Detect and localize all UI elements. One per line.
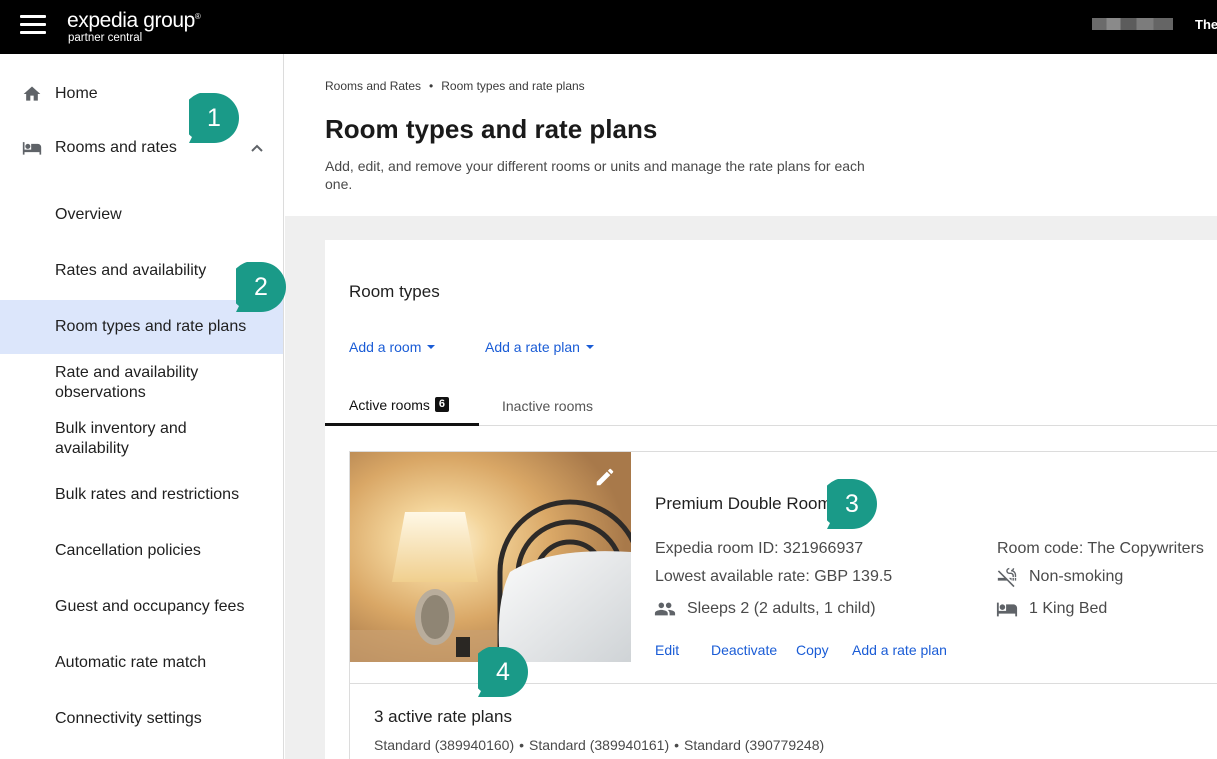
page-header: Rooms and Rates • Room types and rate plan… (285, 54, 1217, 216)
smoking-policy: Non-smoking (1029, 568, 1124, 585)
tab-inactive-rooms[interactable]: Inactive rooms (502, 386, 593, 426)
logo-wordmark: expedia group (67, 9, 195, 32)
expedia-room-id: Expedia room ID: 321966937 (655, 540, 864, 557)
rate-plan-separator: • (519, 737, 525, 753)
sidebar-item-label: Rates and availability (55, 262, 207, 279)
home-icon (23, 86, 41, 101)
sidebar-item-label: Home (55, 85, 98, 102)
callout-marker: 2 (236, 262, 286, 312)
top-bar: expedia group® partner central The (0, 0, 1217, 54)
sidebar-item-overview[interactable]: Overview (0, 195, 283, 235)
breadcrumb: Rooms and Rates • Room types and rate plan… (325, 79, 585, 93)
page-title: Room types and rate plans (325, 114, 658, 144)
active-rooms-count-badge: 6 (434, 397, 450, 412)
sidebar-item-guest-and-occupancy-fees[interactable]: Guest and occupancy fees (0, 587, 283, 627)
bed-icon (22, 142, 42, 155)
callout-number: 1 (207, 103, 221, 132)
logo-subtitle: partner central (68, 32, 143, 44)
logo-trademark: ® (194, 12, 201, 21)
room-code: Room code: The Copywriters (997, 540, 1204, 557)
breadcrumb-separator: • (429, 79, 434, 93)
people-icon (654, 602, 676, 616)
tab-label: Active rooms (349, 396, 430, 413)
sidebar-item-label: Automatic rate match (55, 654, 207, 671)
bed-type: 1 King Bed (1029, 600, 1108, 617)
sidebar-item-connectivity-settings[interactable]: Connectivity settings (0, 699, 283, 739)
room-occupancy: Sleeps 2 (2 adults, 1 child) (687, 600, 876, 617)
sidebar-item-bulk-rates-and-restrictions[interactable]: Bulk rates and restrictions (0, 475, 283, 515)
sidebar-item-label: Connectivity settings (55, 710, 202, 727)
sidebar-item-label: Bulk inventory and availability (55, 420, 187, 457)
sidebar-item-label: Guest and occupancy fees (55, 598, 245, 615)
sidebar-item-label: Room types and rate plans (55, 318, 247, 335)
menu-icon[interactable] (20, 15, 46, 35)
page-description: Add, edit, and remove your different roo… (325, 158, 865, 192)
copy-room-link[interactable]: Copy (796, 642, 829, 658)
breadcrumb-current: Room types and rate plans (441, 79, 585, 93)
sidebar-item-label: Rate and availability observations (55, 364, 199, 401)
tab-active-rooms[interactable]: Active rooms 6 (325, 386, 479, 426)
sidebar-item-label: Rooms and rates (55, 139, 177, 156)
sidebar-item-cancellation-policies[interactable]: Cancellation policies (0, 531, 283, 571)
card-title: Room types (349, 282, 440, 301)
lowest-available-rate: Lowest available rate: GBP 139.5 (655, 568, 893, 585)
caret-down-icon (585, 345, 594, 349)
callout-marker: 1 (189, 93, 239, 143)
account-name[interactable]: The (1195, 17, 1217, 32)
rate-plan-item[interactable]: Standard (390779248) (684, 737, 824, 753)
add-rate-plan-label: Add a rate plan (485, 339, 580, 355)
edit-photo-icon[interactable] (594, 466, 616, 488)
sidebar-item-rate-and-availability-observations[interactable]: Rate and availability observations (0, 363, 283, 403)
bed-icon (996, 602, 1018, 617)
add-rate-plan-dropdown[interactable]: Add a rate plan (485, 339, 594, 355)
chevron-up-icon[interactable] (250, 142, 264, 154)
callout-marker: 3 (827, 479, 877, 529)
room-tabs: Active rooms 6 Inactive rooms (325, 386, 1217, 426)
expedia-group-logo[interactable]: expedia group® partner central (67, 6, 201, 45)
sidebar-item-label: Cancellation policies (55, 542, 201, 559)
callout-number: 2 (254, 272, 268, 301)
sidebar-item-automatic-rate-match[interactable]: Automatic rate match (0, 643, 283, 683)
active-rate-plans-title: 3 active rate plans (374, 707, 512, 726)
redacted-account-name (1092, 18, 1173, 30)
rate-plan-separator: • (674, 737, 680, 753)
add-rate-plan-link[interactable]: Add a rate plan (852, 642, 947, 658)
sidebar: Home Rooms and rates Overview Rates and … (0, 54, 284, 759)
sidebar-item-bulk-inventory-and-availability[interactable]: Bulk inventory and availability (0, 419, 283, 459)
edit-room-link[interactable]: Edit (655, 642, 679, 658)
room-photo-image (350, 452, 631, 662)
sidebar-item-label: Overview (55, 206, 122, 223)
deactivate-room-link[interactable]: Deactivate (711, 642, 777, 658)
add-room-dropdown[interactable]: Add a room (349, 339, 436, 355)
callout-number: 4 (496, 657, 510, 686)
no-smoking-icon (997, 567, 1017, 588)
room-photo[interactable] (350, 452, 631, 662)
room-item: Premium Double Room Expedia room ID: 321… (349, 451, 1217, 759)
callout-number: 3 (845, 489, 859, 518)
caret-down-icon (427, 345, 436, 349)
room-types-card: Room types Add a room Add a rate plan Ac… (325, 240, 1217, 759)
room-name: Premium Double Room (655, 494, 832, 513)
sidebar-item-label: Bulk rates and restrictions (55, 486, 240, 503)
tab-label: Inactive rooms (502, 398, 594, 414)
callout-marker: 4 (478, 647, 528, 697)
rate-plan-item[interactable]: Standard (389940161) (529, 737, 669, 753)
add-room-label: Add a room (349, 339, 422, 355)
rate-plan-item[interactable]: Standard (389940160) (374, 737, 514, 753)
breadcrumb-parent-link[interactable]: Rooms and Rates (325, 79, 421, 93)
rate-plans-list: Standard (389940160) • Standard (389940161… (374, 737, 824, 753)
